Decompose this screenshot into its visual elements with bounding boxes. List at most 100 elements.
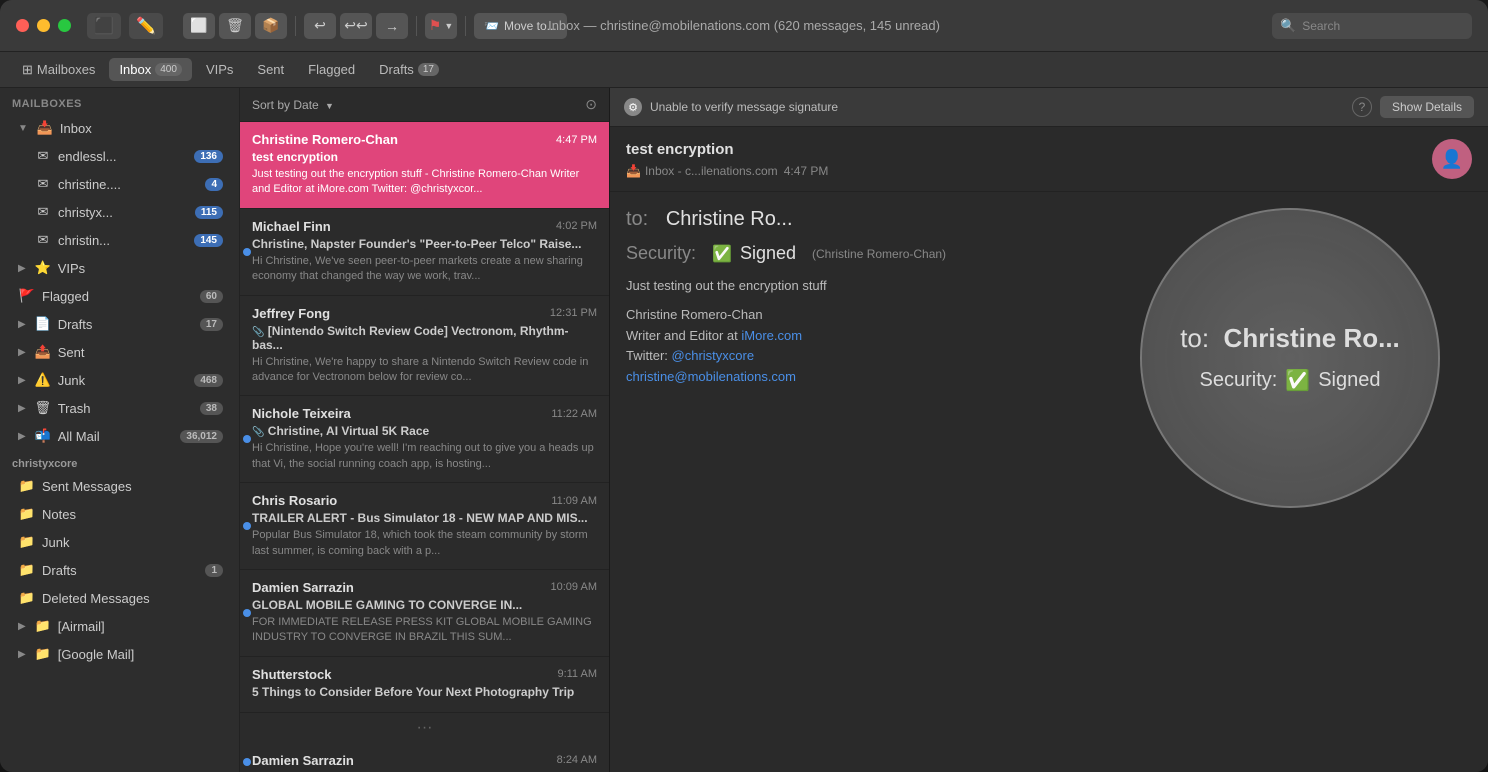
email-item-7[interactable]: Damien Sarrazin 8:24 AM [240,743,609,772]
sort-label[interactable]: Sort by Date ▼ [252,98,334,112]
sent-icon: 📤 [34,344,52,360]
drafts-label: Drafts [58,317,194,332]
sidebar-item-flagged[interactable]: 🚩 Flagged 60 [6,283,233,309]
sent-arrow: ▶ [18,347,26,358]
sidebar-item-drafts[interactable]: ▶ 📄 Drafts 17 [6,311,233,337]
forward-button[interactable]: → [376,13,408,39]
junk-badge: 468 [194,374,223,387]
minimize-button[interactable] [37,19,50,32]
imore-link[interactable]: iMore.com [741,328,802,343]
sidebar-item-junk[interactable]: ▶ ⚠️ Junk 468 [6,367,233,393]
email-item-1[interactable]: Michael Finn 4:02 PM Christine, Napster … [240,209,609,296]
email-time-0: 4:47 PM [556,134,597,146]
move-icon: 📨 [484,19,499,33]
sent-messages-icon: 📁 [18,478,36,494]
account-section-label: christyxcore [0,450,239,472]
email-time-7: 8:24 AM [557,754,597,766]
sidebar-item-endless[interactable]: ✉ endlessl... 136 [6,143,233,169]
email-subject-4: TRAILER ALERT - Bus Simulator 18 - NEW M… [252,511,597,525]
email-time-5: 10:09 AM [551,581,597,593]
account-label-3: christyx... [58,205,189,220]
help-button[interactable]: ? [1352,97,1372,117]
flag-icon: ⚑ [429,17,442,34]
tab-drafts[interactable]: Drafts 17 [369,58,449,81]
sent-messages-label: Sent Messages [42,479,223,494]
email-item-0[interactable]: Christine Romero-Chan 4:47 PM test encry… [240,122,609,209]
sidebar-item-drafts-account[interactable]: 📁 Drafts 1 [6,557,233,583]
email-subject-6: 5 Things to Consider Before Your Next Ph… [252,685,597,699]
tab-flagged[interactable]: Flagged [298,58,365,81]
email-item-5[interactable]: Damien Sarrazin 10:09 AM GLOBAL MOBILE G… [240,570,609,657]
sidebar-item-airmail[interactable]: ▶ 📁 [Airmail] [6,613,233,639]
sidebar-item-sent-messages[interactable]: 📁 Sent Messages [6,473,233,499]
sidebar-item-christyx[interactable]: ✉ christyx... 115 [6,199,233,225]
filter-icon[interactable]: ⊙ [585,96,597,113]
junk-icon: ⚠️ [34,372,52,388]
sidebar-item-vips[interactable]: ▶ ⭐ VIPs [6,255,233,281]
email-item-6[interactable]: Shutterstock 9:11 AM 5 Things to Conside… [240,657,609,713]
email-item-2[interactable]: Jeffrey Fong 12:31 PM 📎 [Nintendo Switch… [240,296,609,397]
archive-button[interactable]: ⬜ [183,13,215,39]
email-body: to: Christine Ro... Security: ✅ Signed (… [610,192,1488,772]
tab-inbox[interactable]: Inbox 400 [109,58,192,81]
email-list-header: Sort by Date ▼ ⊙ [240,88,609,122]
vips-arrow: ▶ [18,263,26,274]
fullscreen-button[interactable] [58,19,71,32]
close-button[interactable] [16,19,29,32]
tab-mailboxes[interactable]: ⊞ Mailboxes [12,58,105,82]
sidebar-item-junk-account[interactable]: 📁 Junk [6,529,233,555]
reply-button[interactable]: ↩ [304,13,336,39]
email-to-line: to: Christine Ro... [626,208,1472,231]
signed-checkmark-icon: ✅ [712,244,732,264]
main-window: ⬛ ✏️ ⬜ 🗑 📦 ↩ ↩↩ → ⚑ ▼ 📨 Move to... [0,0,1488,772]
junk-account-icon: 📁 [18,534,36,550]
unread-dot-5 [243,609,251,617]
compose-button[interactable]: ✏️ [129,13,163,39]
sidebar-inbox-label: Inbox [60,121,223,136]
email-signature: Christine Romero-Chan Writer and Editor … [626,305,1472,388]
sidebar-toggle-button[interactable]: ⬛ [87,13,121,39]
deleted-label: Deleted Messages [42,591,223,606]
drafts-badge: 17 [418,63,439,76]
sidebar-item-notes[interactable]: 📁 Notes [6,501,233,527]
toolbar-separator-3 [465,16,466,36]
email-row1-1: Michael Finn 4:02 PM [252,219,597,234]
account-label-1: endlessl... [58,149,188,164]
traffic-lights [16,19,71,32]
junk-button[interactable]: 📦 [255,13,287,39]
email-time-1: 4:02 PM [556,220,597,232]
vips-label: VIPs [58,261,223,276]
sender-avatar: 👤 [1432,139,1472,179]
email-sender-1: Michael Finn [252,219,331,234]
junk-arrow: ▶ [18,375,26,386]
twitter-link[interactable]: @christyxcore [672,348,755,363]
sidebar-item-googlemail[interactable]: ▶ 📁 [Google Mail] [6,641,233,667]
notes-icon: 📁 [18,506,36,522]
email-row1-7: Damien Sarrazin 8:24 AM [252,753,597,768]
flag-dropdown-arrow: ▼ [444,21,453,31]
email-item-4[interactable]: Chris Rosario 11:09 AM TRAILER ALERT - B… [240,483,609,570]
email-sender-6: Shutterstock [252,667,331,682]
sidebar-item-deleted[interactable]: 📁 Deleted Messages [6,585,233,611]
unread-dot-7 [243,758,251,766]
sidebar-item-christine[interactable]: ✉ christine.... 4 [6,171,233,197]
flag-button[interactable]: ⚑ ▼ [425,13,457,39]
delete-button[interactable]: 🗑 [219,13,251,39]
tab-vips[interactable]: VIPs [196,58,243,81]
email-link[interactable]: christine@mobilenations.com [626,369,796,384]
tab-sent[interactable]: Sent [247,58,294,81]
allmail-badge: 36,012 [180,430,223,443]
sidebar-item-sent[interactable]: ▶ 📤 Sent [6,339,233,365]
email-item-3[interactable]: Nichole Teixeira 11:22 AM 📎 Christine, A… [240,396,609,483]
sort-arrow: ▼ [325,101,334,111]
sidebar-item-christin[interactable]: ✉ christin... 145 [6,227,233,253]
sidebar-item-inbox[interactable]: ▼ 📥 Inbox [6,115,233,141]
sidebar-item-allmail[interactable]: ▶ 📬 All Mail 36,012 [6,423,233,449]
reply-all-button[interactable]: ↩↩ [340,13,372,39]
airmail-icon: 📁 [34,618,52,634]
email-sender-4: Chris Rosario [252,493,337,508]
search-bar[interactable]: 🔍 [1272,13,1472,39]
show-details-button[interactable]: Show Details [1380,96,1474,118]
sidebar-item-trash[interactable]: ▶ 🗑 Trash 38 [6,395,233,421]
search-input[interactable] [1302,19,1464,33]
